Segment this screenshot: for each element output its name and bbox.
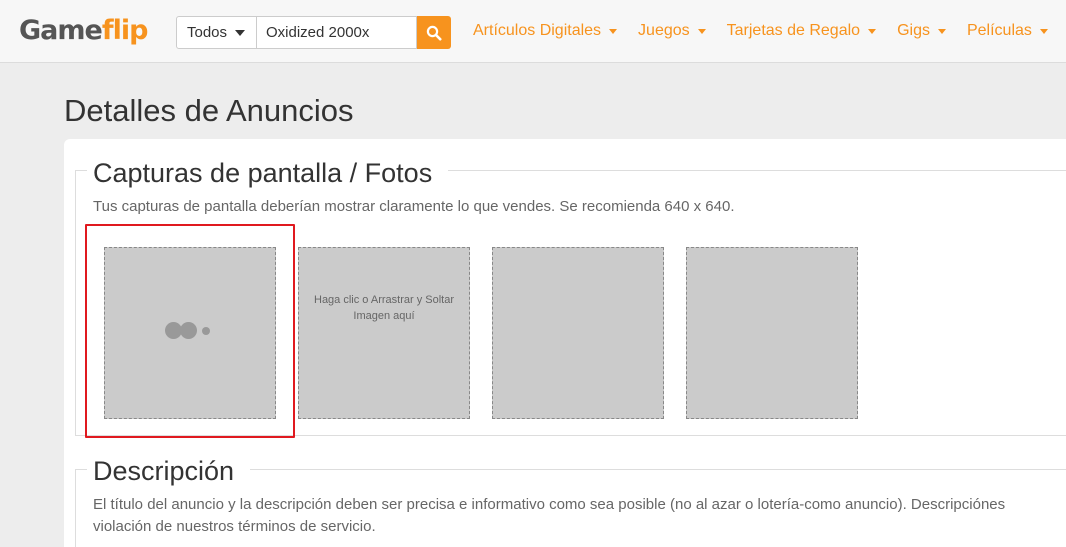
search-icon xyxy=(426,25,442,40)
category-select-value: Todos xyxy=(187,24,228,41)
gameflip-logo[interactable]: Gameflip xyxy=(19,15,149,46)
chevron-down-icon xyxy=(937,28,946,34)
screenshot-dropzone-2[interactable]: Haga clic o Arrastrar y Soltar Imagen aq… xyxy=(298,247,470,419)
nav-label: Películas xyxy=(966,22,1032,39)
logo-accent: flip xyxy=(101,15,149,46)
page-title: Detalles de Anuncios xyxy=(64,93,354,128)
nav-gigs[interactable]: Gigs xyxy=(897,22,946,40)
chevron-down-icon xyxy=(868,28,877,34)
dropzone-hint-text: Haga clic o Arrastrar y Soltar Imagen aq… xyxy=(314,294,454,322)
screenshots-help-text: Tus capturas de pantalla deberían mostra… xyxy=(93,198,735,215)
category-select[interactable]: Todos xyxy=(176,16,257,49)
search-button[interactable] xyxy=(417,16,451,49)
nav-label: Juegos xyxy=(638,22,690,39)
chevron-down-icon xyxy=(1039,28,1048,34)
search-group: Todos xyxy=(176,16,451,49)
search-input[interactable] xyxy=(257,16,417,49)
screenshot-dropzone-3[interactable] xyxy=(492,247,664,419)
screenshot-dropzone-4[interactable] xyxy=(686,247,858,419)
nav-juegos[interactable]: Juegos xyxy=(638,22,706,40)
nav-label: Tarjetas de Regalo xyxy=(726,22,861,39)
chevron-down-icon xyxy=(697,28,706,34)
screenshots-legend: Capturas de pantalla / Fotos xyxy=(87,158,449,189)
description-help-line-2: violación de nuestros términos de servic… xyxy=(93,518,376,535)
main-nav: Artículos Digitales Juegos Tarjetas de R… xyxy=(473,22,1048,40)
chevron-down-icon xyxy=(235,29,246,36)
screenshots-fieldset-left-border xyxy=(75,170,76,436)
description-legend: Descripción xyxy=(87,456,251,487)
nav-tarjetas-de-regalo[interactable]: Tarjetas de Regalo xyxy=(726,22,877,40)
description-help-line-1: El título del anuncio y la descripción d… xyxy=(93,496,1006,513)
selection-highlight-box xyxy=(85,224,295,438)
nav-label: Artículos Digitales xyxy=(473,22,602,39)
description-fieldset-left-border xyxy=(75,469,76,547)
nav-articulos-digitales[interactable]: Artículos Digitales xyxy=(473,22,618,40)
chevron-down-icon xyxy=(609,28,618,34)
nav-peliculas[interactable]: Películas xyxy=(967,22,1048,40)
nav-label: Gigs xyxy=(897,22,930,39)
top-navbar: Gameflip Todos Artículos Digitales Juego… xyxy=(0,0,1066,63)
logo-prefix: Game xyxy=(19,15,103,46)
